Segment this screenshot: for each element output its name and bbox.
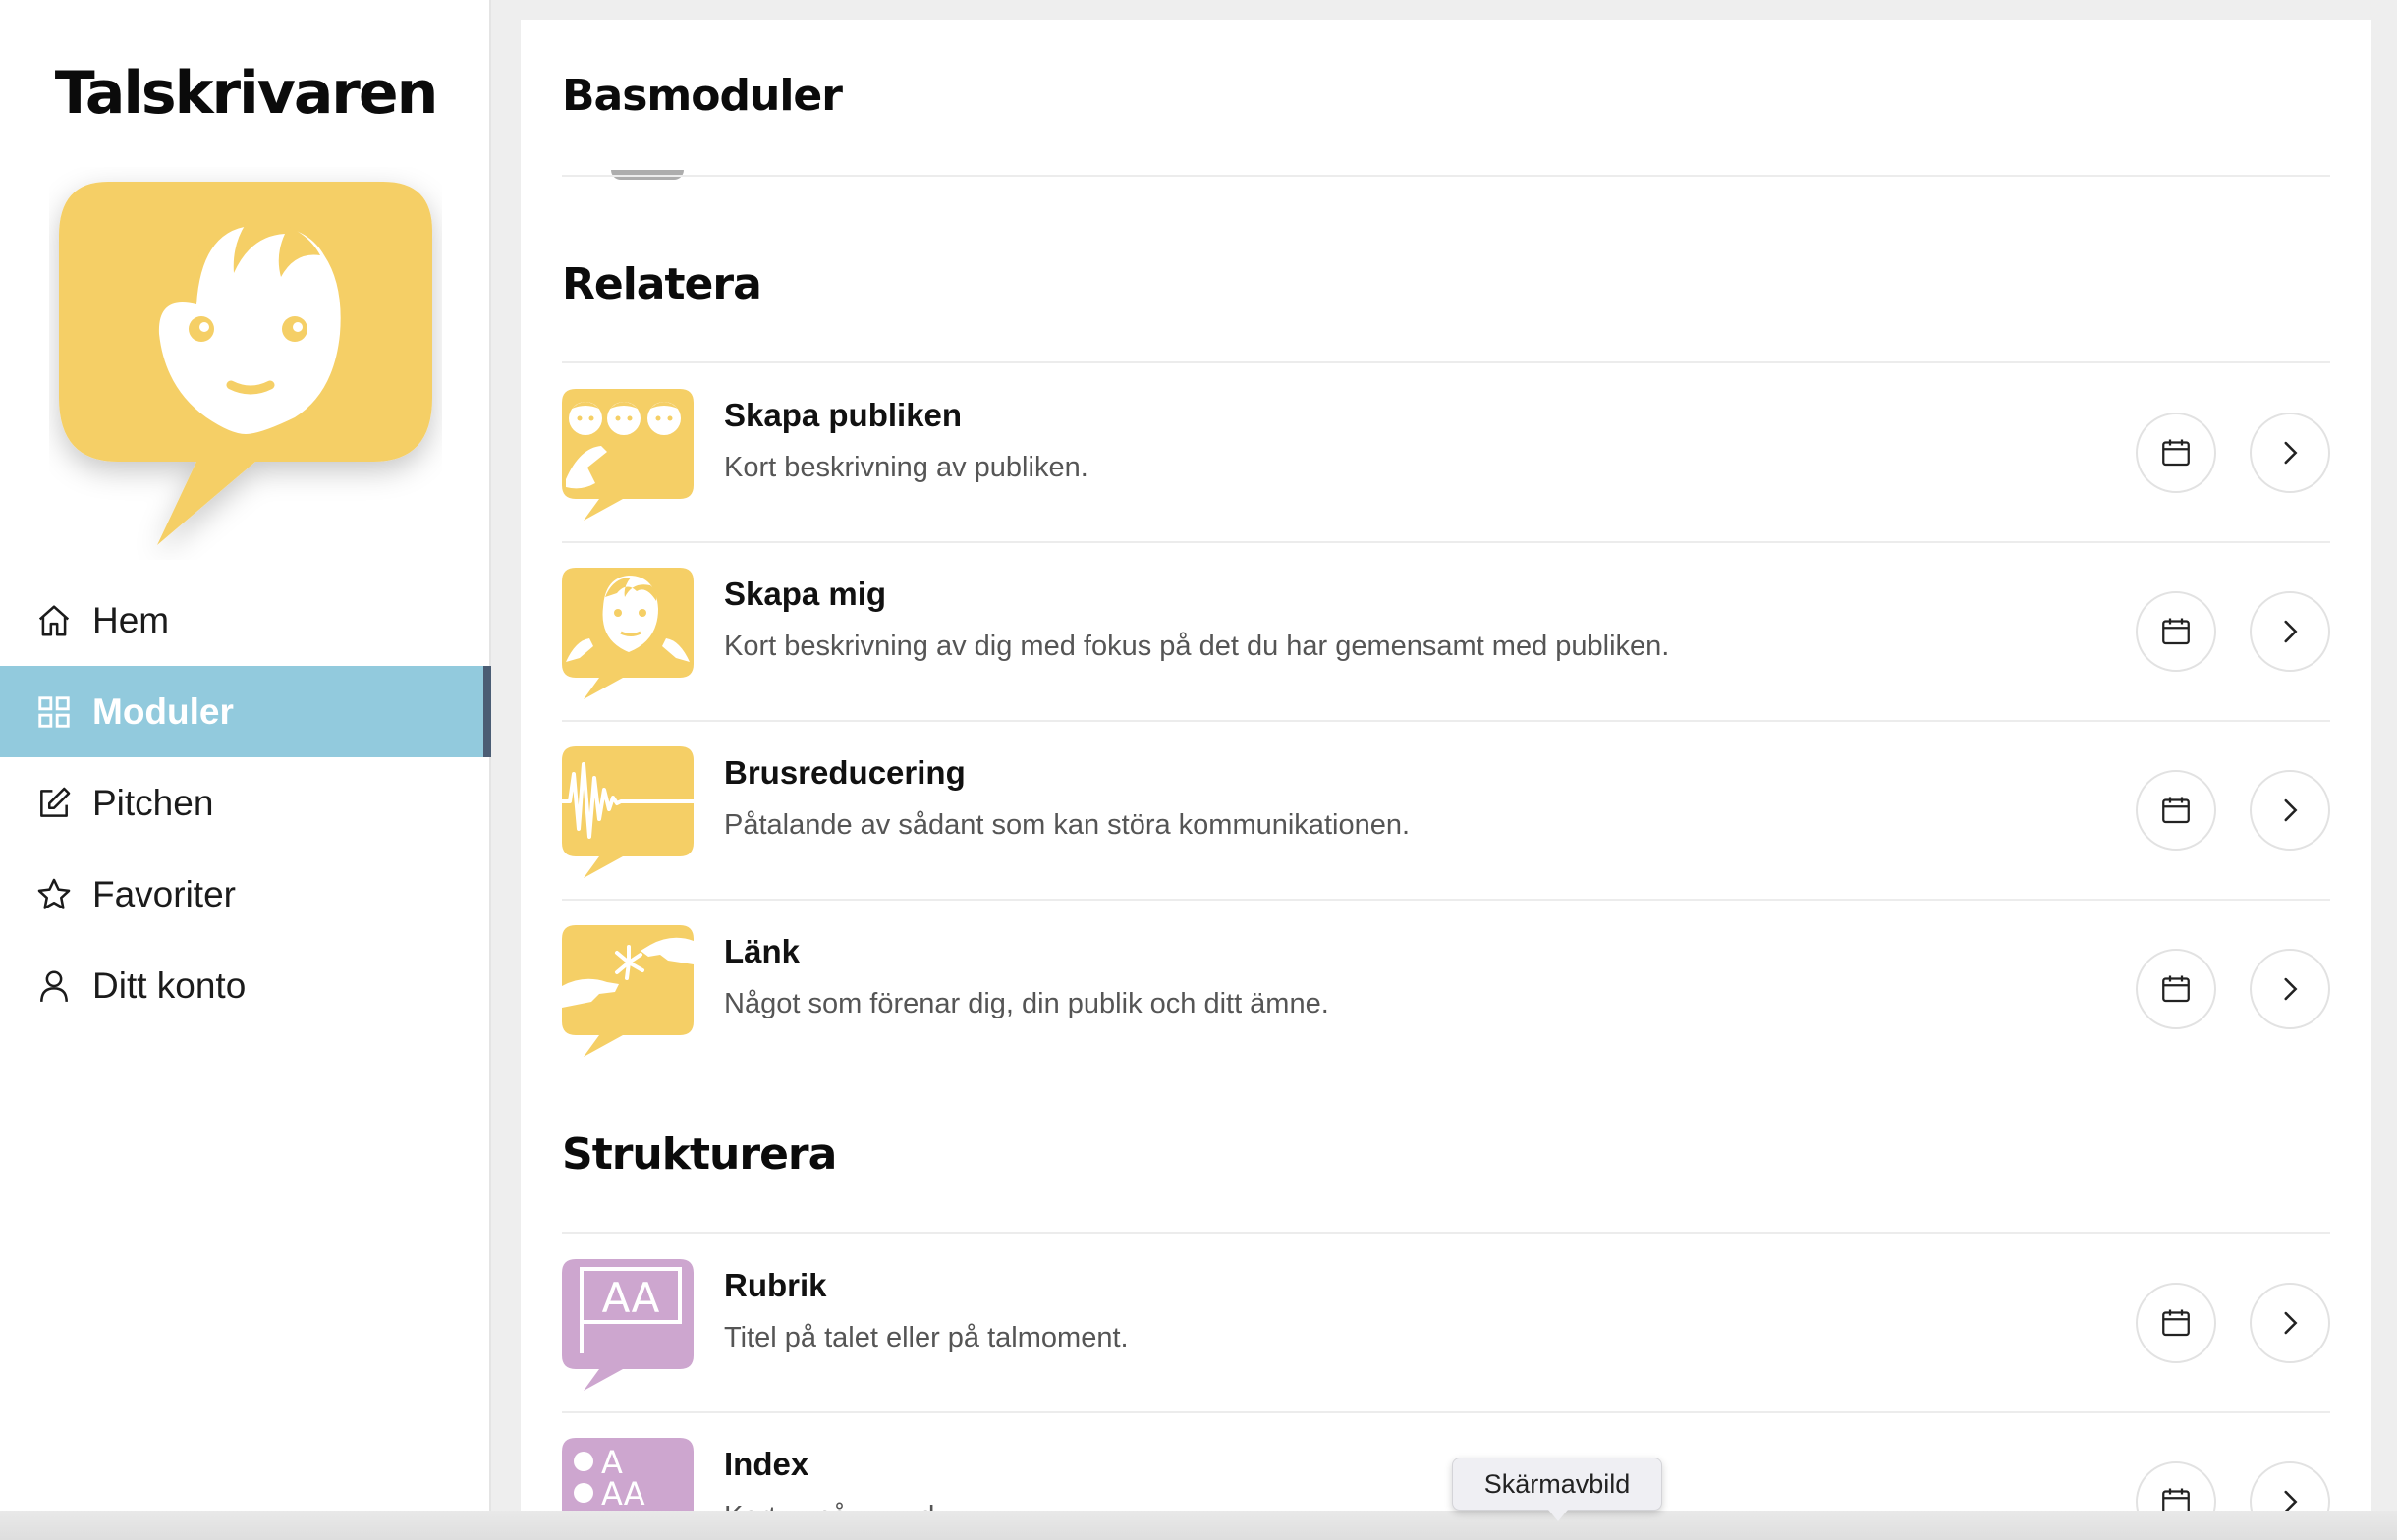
chevron-right-icon — [2284, 441, 2298, 465]
nav-label: Hem — [92, 599, 170, 640]
module-title: Skapa mig — [724, 576, 887, 612]
module-title: Länk — [724, 933, 801, 969]
schedule-button[interactable] — [2136, 1461, 2216, 1511]
calendar-icon — [2162, 797, 2190, 824]
index-icon: A AA — [562, 1438, 694, 1511]
heading-icon: AA — [562, 1259, 694, 1391]
calendar-icon — [2162, 975, 2190, 1003]
schedule-button[interactable] — [2136, 949, 2216, 1029]
module-description: Påtalande av sådant som kan störa kommun… — [724, 809, 1411, 841]
nav-item-moduler[interactable]: Moduler — [0, 666, 491, 757]
module-title: Index — [724, 1446, 809, 1482]
nav-item-hem[interactable]: Hem — [0, 575, 491, 666]
home-icon — [35, 602, 73, 639]
star-icon — [35, 876, 73, 913]
module-description: Något som förenar dig, din publik och di… — [724, 988, 1329, 1019]
brand-title: Talskrivaren — [54, 59, 439, 128]
mascot-logo — [59, 182, 432, 545]
divider — [562, 175, 2330, 177]
sidebar: Talskrivaren Hem Moduler Pitchen Favorit… — [0, 0, 491, 1540]
self-icon — [562, 568, 694, 699]
chevron-right-icon — [2284, 977, 2298, 1001]
module-description: Kort beskrivning av dig med fokus på det… — [724, 631, 1670, 662]
nav-item-pitchen[interactable]: Pitchen — [0, 757, 491, 849]
screenshot-tooltip: Skärmavbild — [1452, 1458, 1662, 1521]
main-nav: Hem Moduler Pitchen Favoriter Ditt konto — [0, 575, 491, 1031]
open-module-button[interactable] — [2250, 1283, 2330, 1363]
chevron-right-icon — [2284, 798, 2298, 822]
nav-label: Moduler — [92, 690, 234, 732]
module-description: Kort beskrivning av publiken. — [724, 452, 1088, 483]
open-module-button[interactable] — [2250, 412, 2330, 493]
calendar-icon — [2162, 1309, 2190, 1337]
module-row-rubrik[interactable]: AA Rubrik Titel på talet eller på talmom… — [562, 1234, 2330, 1412]
module-title: Skapa publiken — [724, 397, 963, 433]
app-window: Talskrivaren Hem Moduler Pitchen Favorit… — [0, 0, 2397, 1540]
chevron-right-icon — [2284, 1311, 2298, 1335]
calendar-icon — [2162, 1488, 2190, 1511]
open-module-button[interactable] — [2250, 949, 2330, 1029]
module-title: Rubrik — [724, 1267, 827, 1303]
schedule-button[interactable] — [2136, 412, 2216, 493]
section-title-relatera: Relatera — [562, 259, 762, 309]
nav-item-ditt-konto[interactable]: Ditt konto — [0, 940, 491, 1031]
noise-icon — [562, 746, 694, 878]
section-title-strukturera: Strukturera — [562, 1129, 837, 1180]
open-module-button[interactable] — [2250, 1461, 2330, 1511]
schedule-button[interactable] — [2136, 591, 2216, 672]
module-description: Titel på talet eller på talmoment. — [724, 1322, 1129, 1353]
link-icon — [562, 925, 694, 1057]
module-row-skapa-mig[interactable]: Skapa mig Kort beskrivning av dig med fo… — [562, 542, 2330, 721]
module-description: Kort ... på ... ... d... ... — [724, 1501, 990, 1511]
schedule-button[interactable] — [2136, 1283, 2216, 1363]
module-row-index[interactable]: A AA Index Kort ... på ... ... d... ... — [562, 1412, 2330, 1511]
chevron-right-icon — [2284, 1490, 2298, 1511]
grid-icon — [35, 693, 73, 731]
nav-label: Ditt konto — [92, 964, 247, 1006]
module-title: Brusreducering — [724, 754, 966, 791]
schedule-button[interactable] — [2136, 770, 2216, 851]
window-bottom-edge — [0, 1511, 2397, 1540]
audience-icon — [562, 389, 694, 521]
chevron-right-icon — [2284, 620, 2298, 643]
user-icon — [35, 967, 73, 1005]
nav-label: Pitchen — [92, 782, 214, 823]
nav-label: Favoriter — [92, 873, 236, 914]
open-module-button[interactable] — [2250, 770, 2330, 851]
module-row-brusreducering[interactable]: Brusreducering Påtalande av sådant som k… — [562, 721, 2330, 900]
svg-text:AA: AA — [601, 1475, 645, 1511]
modules-panel[interactable]: Basmoduler Relatera Skapa publiken Kort … — [521, 20, 2371, 1511]
nav-item-favoriter[interactable]: Favoriter — [0, 849, 491, 940]
calendar-icon — [2162, 439, 2190, 467]
edit-icon — [35, 785, 73, 822]
section-title-basmoduler: Basmoduler — [562, 71, 843, 121]
calendar-icon — [2162, 618, 2190, 645]
svg-text:AA: AA — [602, 1274, 660, 1322]
module-row-skapa-publiken[interactable]: Skapa publiken Kort beskrivning av publi… — [562, 363, 2330, 542]
open-module-button[interactable] — [2250, 591, 2330, 672]
module-row-lank[interactable]: Länk Något som förenar dig, din publik o… — [562, 900, 2330, 1078]
